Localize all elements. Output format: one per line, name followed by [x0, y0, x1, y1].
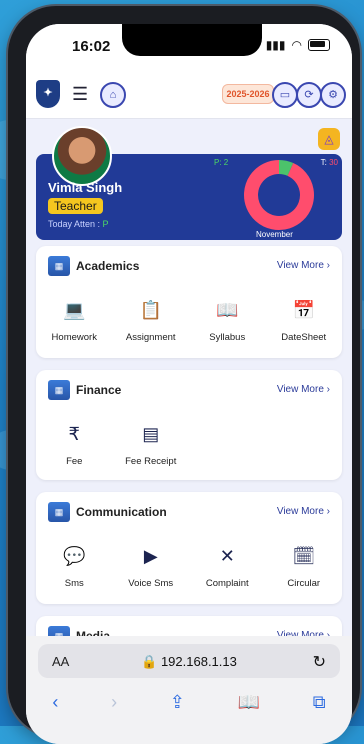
- communication-header: ▦ Communication: [48, 502, 167, 522]
- donut-slice-p: [278, 160, 294, 176]
- wifi-icon: ◠: [291, 38, 302, 52]
- rupee-icon: ₹: [68, 424, 80, 444]
- system-icons: ▮▮▮ ◠: [266, 38, 330, 52]
- assignment-label: Assignment: [125, 332, 176, 343]
- circular-label: Circular: [287, 578, 321, 589]
- forward-icon[interactable]: ›: [111, 692, 117, 713]
- voice-message-icon: ▶: [143, 546, 158, 566]
- academics-items: 💻 Homework 📋 Assignment 📖 Syllabus 📅 DateShe…: [36, 300, 342, 343]
- chart-month: November: [256, 230, 293, 239]
- academics-card: ▦ Academics View More › 💻 Homework 📋 Assig…: [36, 246, 342, 358]
- school-logo: ✦: [36, 80, 60, 108]
- voice-sms-item[interactable]: ▶ Voice Sms: [113, 546, 190, 589]
- status-time: 16:02: [72, 38, 111, 55]
- signal-icon: ▮▮▮: [265, 38, 286, 52]
- syllabus-item[interactable]: 📖 Syllabus: [189, 300, 266, 343]
- sms-item[interactable]: 💬 Sms: [36, 546, 113, 589]
- menu-icon[interactable]: ☰: [72, 84, 88, 105]
- app-header: ✦ ☰ ⌂ 2025-2026 ▭ ⟳ ⚙: [26, 70, 352, 119]
- profile-card: Vimla Singh Teacher Today Atten : P P: 2…: [36, 126, 342, 240]
- datesheet-label: DateSheet: [281, 332, 327, 343]
- total-value: 30: [329, 158, 338, 167]
- settings-button[interactable]: ⚙: [320, 82, 346, 108]
- phone-frame: 16:02 ▮▮▮ ◠ ✦ ☰ ⌂ 2025-2026 ▭ ⟳ ⚙ ◬ Viml…: [8, 6, 360, 744]
- address-bar[interactable]: AA 🔒 192.168.1.13 ↻: [38, 644, 340, 678]
- academics-header: ▦ Academics: [48, 256, 139, 276]
- browser-nav: ‹ › ⇪ 📖 ⧉: [26, 692, 352, 713]
- profile-name: Vimla Singh: [48, 180, 123, 195]
- calendar-icon: 📅: [292, 300, 315, 320]
- camera-notch: [122, 24, 262, 56]
- attendance-value: P: [102, 219, 109, 229]
- finance-card: ▦ Finance View More › ₹ Fee ▤ Fee Receipt: [36, 370, 342, 480]
- laptop-icon: 💻: [63, 300, 86, 320]
- share-icon[interactable]: ⇪: [170, 692, 185, 713]
- message-icon: 💬: [63, 546, 86, 566]
- app-screen: 16:02 ▮▮▮ ◠ ✦ ☰ ⌂ 2025-2026 ▭ ⟳ ⚙ ◬ Viml…: [26, 24, 352, 744]
- receipt-icon: ▤: [142, 424, 160, 444]
- lock-icon: 🔒: [141, 654, 158, 669]
- url-display: 🔒 192.168.1.13: [38, 654, 340, 670]
- voice-sms-label: Voice Sms: [128, 578, 174, 589]
- finance-icon: ▦: [48, 380, 70, 400]
- sms-label: Sms: [64, 578, 84, 589]
- fee-label: Fee: [66, 456, 83, 467]
- tools-icon: ✕: [219, 546, 235, 566]
- book-icon: 📖: [216, 300, 239, 320]
- bookmarks-icon[interactable]: 📖: [238, 692, 260, 713]
- reload-icon[interactable]: ↻: [313, 652, 326, 672]
- academics-icon: ▦: [48, 256, 70, 276]
- total-label: T:: [320, 158, 330, 167]
- home-button[interactable]: ⌂: [100, 82, 126, 108]
- academics-view-more[interactable]: View More ›: [277, 260, 330, 271]
- communication-view-more[interactable]: View More ›: [277, 506, 330, 517]
- assignment-item[interactable]: 📋 Assignment: [113, 300, 190, 343]
- fee-receipt-label: Fee Receipt: [125, 456, 177, 467]
- status-bar: 16:02 ▮▮▮ ◠: [26, 24, 352, 70]
- complaint-label: Complaint: [205, 578, 249, 589]
- notification-icon[interactable]: ◬: [318, 128, 340, 150]
- syllabus-label: Syllabus: [209, 332, 246, 343]
- url-text: 192.168.1.13: [160, 654, 237, 669]
- fee-receipt-item[interactable]: ▤ Fee Receipt: [113, 424, 190, 467]
- homework-item[interactable]: 💻 Homework: [36, 300, 113, 343]
- circular-item[interactable]: 🗓 Circular: [266, 546, 343, 589]
- session-badge[interactable]: 2025-2026: [222, 84, 274, 104]
- battery-icon: [308, 39, 330, 51]
- communication-title: Communication: [76, 505, 167, 519]
- donut-slice-other: [244, 160, 314, 230]
- fee-item[interactable]: ₹ Fee: [36, 424, 113, 467]
- present-count: P: 2: [214, 158, 229, 167]
- finance-items: ₹ Fee ▤ Fee Receipt: [36, 424, 342, 467]
- total-count: T: 30: [321, 158, 338, 167]
- back-icon[interactable]: ‹: [52, 692, 58, 713]
- datesheet-item[interactable]: 📅 DateSheet: [266, 300, 343, 343]
- role-badge: Teacher: [48, 198, 103, 214]
- complaint-item[interactable]: ✕ Complaint: [189, 546, 266, 589]
- communication-items: 💬 Sms ▶ Voice Sms ✕ Complaint 🗓 Circular: [36, 546, 342, 589]
- chat-button[interactable]: ▭: [272, 82, 298, 108]
- avatar: [52, 126, 112, 186]
- sync-button[interactable]: ⟳: [296, 82, 322, 108]
- circular-icon: 🗓: [292, 546, 316, 566]
- attendance-label: Today Atten :: [48, 219, 103, 229]
- attendance-text: Today Atten : P: [48, 219, 109, 229]
- communication-icon: ▦: [48, 502, 70, 522]
- academics-title: Academics: [76, 259, 140, 273]
- clipboard-icon: 📋: [139, 300, 162, 320]
- homework-label: Homework: [51, 332, 97, 343]
- attendance-donut-chart: [244, 160, 314, 230]
- tabs-icon[interactable]: ⧉: [313, 692, 326, 713]
- finance-view-more[interactable]: View More ›: [277, 384, 330, 395]
- browser-toolbar: AA 🔒 192.168.1.13 ↻ ‹ › ⇪ 📖 ⧉: [26, 636, 352, 744]
- communication-card: ▦ Communication View More › 💬 Sms ▶ Voice …: [36, 492, 342, 604]
- finance-header: ▦ Finance: [48, 380, 121, 400]
- finance-title: Finance: [76, 383, 122, 397]
